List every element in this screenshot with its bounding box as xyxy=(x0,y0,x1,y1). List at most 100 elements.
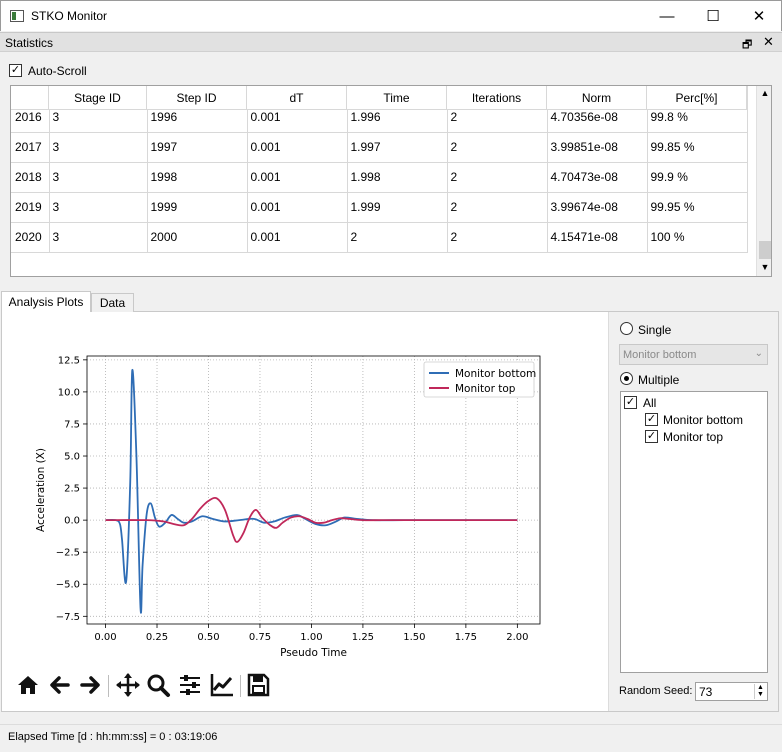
row-header: 2019 xyxy=(11,192,50,223)
acceleration-chart: 0.00 0.25 0.50 0.75 1.00 1.25 1.50 1.75 2.00 −7.5… xyxy=(35,355,541,659)
table-cell: 0.001 xyxy=(247,132,348,163)
dock-float-icon[interactable]: 🗗 xyxy=(742,36,752,55)
table-cell: 3 xyxy=(49,222,148,253)
column-header[interactable]: dT xyxy=(247,86,347,110)
table-vertical-scrollbar[interactable]: ▲ ▼ xyxy=(756,86,771,276)
column-header[interactable]: Norm xyxy=(547,86,647,110)
tree-item-monitor-bottom[interactable]: Monitor bottom xyxy=(663,413,743,427)
column-header[interactable]: Step ID xyxy=(147,86,247,110)
single-radio[interactable] xyxy=(620,322,633,335)
table-cell: 99.95 % xyxy=(647,192,748,223)
maximize-button[interactable]: ☐ xyxy=(690,1,736,32)
pan-icon[interactable] xyxy=(114,670,142,700)
table-cell: 1998 xyxy=(147,162,248,193)
table-row[interactable]: 2018 3 1998 0.001 1.998 2 4.70473e-08 99.9 % xyxy=(11,162,748,193)
chevron-down-icon: ⌄ xyxy=(754,348,763,359)
table-cell: 4.15471e-08 xyxy=(547,222,648,253)
legend-label: Monitor bottom xyxy=(455,368,536,380)
table-cell: 1997 xyxy=(147,132,248,163)
single-series-select-value: Monitor bottom xyxy=(623,349,697,361)
random-seed-label: Random Seed: xyxy=(619,685,693,697)
row-header: 2017 xyxy=(11,132,50,163)
multiple-label: Multiple xyxy=(638,373,680,387)
column-header[interactable]: Iterations xyxy=(447,86,547,110)
forward-arrow-icon[interactable] xyxy=(76,670,104,700)
back-arrow-icon[interactable] xyxy=(46,670,74,700)
tab-data[interactable]: Data xyxy=(91,293,134,312)
table-cell: 1.999 xyxy=(347,192,448,223)
plot-toolbar xyxy=(14,670,274,702)
monitor-bottom-checkbox[interactable]: ✓ xyxy=(645,413,658,426)
table-cell: 2 xyxy=(447,222,548,253)
statistics-table-body: 2015319950.0011.99523.99482e-0899.75 %20… xyxy=(11,86,748,253)
scrollbar-thumb[interactable] xyxy=(759,241,771,259)
column-header[interactable]: Stage ID xyxy=(49,86,147,110)
scroll-down-arrow-icon[interactable]: ▼ xyxy=(757,262,771,274)
y-tick-label: 7.5 xyxy=(64,419,80,430)
scroll-up-arrow-icon[interactable]: ▲ xyxy=(757,88,771,100)
edit-axes-icon[interactable] xyxy=(208,670,236,700)
series-tree: ✓ All ✓ Monitor bottom ✓ Monitor top xyxy=(620,391,768,673)
save-icon[interactable] xyxy=(244,670,272,700)
x-axis-label: Pseudo Time xyxy=(280,647,347,659)
x-tick-label: 1.25 xyxy=(352,632,374,643)
random-seed-value: 73 xyxy=(699,685,713,699)
table-cell: 1999 xyxy=(147,192,248,223)
window-title: STKO Monitor xyxy=(31,9,108,23)
home-icon[interactable] xyxy=(14,670,42,700)
dock-close-icon[interactable]: ✕ xyxy=(763,34,774,50)
single-label: Single xyxy=(638,323,672,337)
table-cell: 1.998 xyxy=(347,162,448,193)
elapsed-time-status: Elapsed Time [d : hh:mm:ss] = 0 : 03:19:… xyxy=(8,731,218,743)
table-cell: 2 xyxy=(347,222,448,253)
table-cell: 0.001 xyxy=(247,222,348,253)
table-cell: 99.85 % xyxy=(647,132,748,163)
random-seed-spinbox[interactable]: 73 ▲ ▼ xyxy=(695,682,768,701)
table-corner xyxy=(11,86,49,110)
tree-item-all[interactable]: All xyxy=(643,396,656,410)
table-header-row: Stage ID Step ID dT Time Iterations Norm Perc[… xyxy=(11,86,747,110)
y-tick-label: 10.0 xyxy=(58,387,80,398)
close-window-button[interactable]: ✕ xyxy=(736,1,782,32)
legend-label: Monitor top xyxy=(455,383,516,395)
tree-item-monitor-top[interactable]: Monitor top xyxy=(663,430,723,444)
table-cell: 100 % xyxy=(647,222,748,253)
statistics-dock-title: Statistics xyxy=(5,36,54,50)
x-tick-label: 0.75 xyxy=(249,632,271,643)
table-cell: 2 xyxy=(447,132,548,163)
table-cell: 2 xyxy=(447,192,548,223)
table-row[interactable]: 2017 3 1997 0.001 1.997 2 3.99851e-08 99.85 % xyxy=(11,132,748,163)
y-tick-label: −7.5 xyxy=(56,612,80,623)
y-tick-label: −5.0 xyxy=(56,580,80,591)
auto-scroll-label: Auto-Scroll xyxy=(28,64,87,78)
table-cell: 3 xyxy=(49,162,148,193)
y-tick-label: 2.5 xyxy=(64,484,80,495)
app-window-icon xyxy=(10,10,24,22)
table-cell: 0.001 xyxy=(247,162,348,193)
table-cell: 1.997 xyxy=(347,132,448,163)
window-title-bar: STKO Monitor — ☐ ✕ xyxy=(0,0,782,31)
table-cell: 99.9 % xyxy=(647,162,748,193)
column-header[interactable]: Perc[%] xyxy=(647,86,747,110)
y-axis-label: Acceleration (X) xyxy=(35,448,47,532)
all-checkbox[interactable]: ✓ xyxy=(624,396,637,409)
minimize-button[interactable]: — xyxy=(644,1,690,32)
x-tick-label: 0.50 xyxy=(197,632,219,643)
table-cell: 3.99674e-08 xyxy=(547,192,648,223)
configure-subplots-icon[interactable] xyxy=(176,670,204,700)
y-tick-label: 0.0 xyxy=(64,516,80,527)
x-tick-label: 0.25 xyxy=(146,632,168,643)
tab-analysis-plots[interactable]: Analysis Plots xyxy=(1,291,91,312)
multiple-radio[interactable] xyxy=(620,372,633,385)
auto-scroll-checkbox[interactable]: ✓ xyxy=(9,64,22,77)
monitor-top-checkbox[interactable]: ✓ xyxy=(645,430,658,443)
table-row[interactable]: 2020 3 2000 0.001 2 2 4.15471e-08 100 % xyxy=(11,222,748,253)
table-cell: 2 xyxy=(447,162,548,193)
column-header[interactable]: Time xyxy=(347,86,447,110)
status-bar: Elapsed Time [d : hh:mm:ss] = 0 : 03:19:… xyxy=(0,724,782,752)
zoom-icon[interactable] xyxy=(144,670,172,700)
table-row[interactable]: 2019 3 1999 0.001 1.999 2 3.99674e-08 99.95 % xyxy=(11,192,748,223)
row-header: 2018 xyxy=(11,162,50,193)
x-tick-label: 1.50 xyxy=(403,632,425,643)
spin-arrows-icon[interactable]: ▲ ▼ xyxy=(754,684,766,699)
